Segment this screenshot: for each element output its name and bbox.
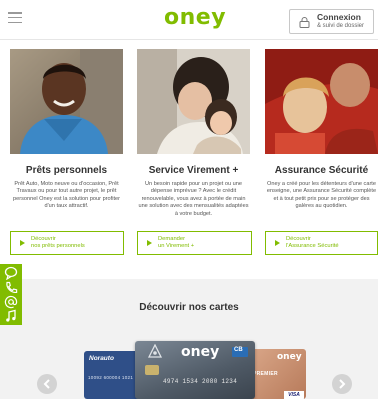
product-title: Prêts personnels bbox=[25, 165, 108, 176]
security-insurance-photo bbox=[265, 49, 378, 154]
login-button[interactable]: Connexion & suivi de dossier bbox=[289, 9, 374, 34]
visa-logo: VISA bbox=[284, 391, 304, 399]
at-icon[interactable] bbox=[4, 295, 18, 309]
norauto-card[interactable]: Norauto 10092 600004 1021 bbox=[84, 351, 142, 399]
cta-line2: nos prêts personnels bbox=[31, 243, 85, 249]
cta-line1: Découvrir bbox=[286, 236, 311, 242]
carousel-next-button[interactable] bbox=[332, 374, 352, 394]
product-description: Prêt Auto, Moto neuve ou d'occasion, Prê… bbox=[13, 181, 120, 210]
cards-section-title: Découvrir nos cartes bbox=[139, 302, 239, 313]
oney-logo[interactable]: oney bbox=[164, 5, 226, 30]
product-title: Service Virement + bbox=[148, 165, 239, 176]
oney-card[interactable]: oney CB 4974 1534 2080 1234 bbox=[135, 341, 255, 399]
product-description: Oney a créé pour les détenteurs d'une ca… bbox=[266, 181, 377, 210]
phone-icon[interactable] bbox=[4, 281, 18, 295]
header: oney Connexion & suivi de dossier bbox=[0, 0, 378, 40]
cta-line1: Demander bbox=[158, 236, 186, 242]
security-insurance-cta[interactable]: Découvrir l'Assurance Sécurité bbox=[265, 231, 378, 255]
norauto-brand: Norauto bbox=[89, 355, 114, 362]
arrow-icon bbox=[275, 240, 280, 246]
norauto-card-number: 10092 600004 1021 bbox=[88, 375, 134, 380]
menu-icon[interactable] bbox=[8, 12, 22, 24]
arrow-icon bbox=[147, 240, 152, 246]
music-note-icon[interactable] bbox=[4, 309, 18, 323]
contact-sidebar bbox=[0, 264, 22, 325]
arrow-icon bbox=[20, 240, 25, 246]
cta-line2: un Virement + bbox=[158, 243, 195, 249]
product-security-insurance: Assurance Sécurité Oney a créé pour les … bbox=[265, 49, 378, 211]
chevron-right-icon bbox=[339, 379, 346, 389]
cards-section: Découvrir nos cartes Norauto 10092 60000… bbox=[0, 279, 378, 399]
premier-label: PREMIER bbox=[253, 371, 278, 377]
product-transfer-service: Service Virement + Un besoin rapide pour… bbox=[137, 49, 250, 218]
oney-premier-card[interactable]: oney PREMIER VISA bbox=[250, 349, 306, 399]
product-personal-loans: Prêts personnels Prêt Auto, Moto neuve o… bbox=[10, 49, 123, 211]
oney-card-brand: oney bbox=[181, 344, 220, 360]
transfer-service-cta[interactable]: Demander un Virement + bbox=[137, 231, 252, 255]
cta-line2: l'Assurance Sécurité bbox=[286, 243, 339, 249]
cta-line1: Découvrir bbox=[31, 236, 56, 242]
login-title: Connexion bbox=[317, 12, 361, 22]
login-subtitle: & suivi de dossier bbox=[317, 23, 365, 29]
personal-loans-photo bbox=[10, 49, 123, 154]
oney-card-emblem-icon bbox=[147, 344, 163, 358]
chevron-left-icon bbox=[43, 379, 50, 389]
personal-loans-cta[interactable]: Découvrir nos prêts personnels bbox=[10, 231, 124, 255]
chat-icon[interactable] bbox=[4, 266, 18, 280]
transfer-service-photo bbox=[137, 49, 250, 154]
lock-icon bbox=[299, 17, 310, 28]
carousel-prev-button[interactable] bbox=[37, 374, 57, 394]
chip-icon bbox=[145, 365, 159, 375]
product-description: Un besoin rapide pour un projet ou une d… bbox=[138, 181, 249, 217]
premier-card-brand: oney bbox=[277, 352, 302, 362]
cb-label: CB bbox=[234, 347, 243, 353]
oney-card-number: 4974 1534 2080 1234 bbox=[163, 378, 238, 385]
product-title: Assurance Sécurité bbox=[274, 165, 369, 176]
